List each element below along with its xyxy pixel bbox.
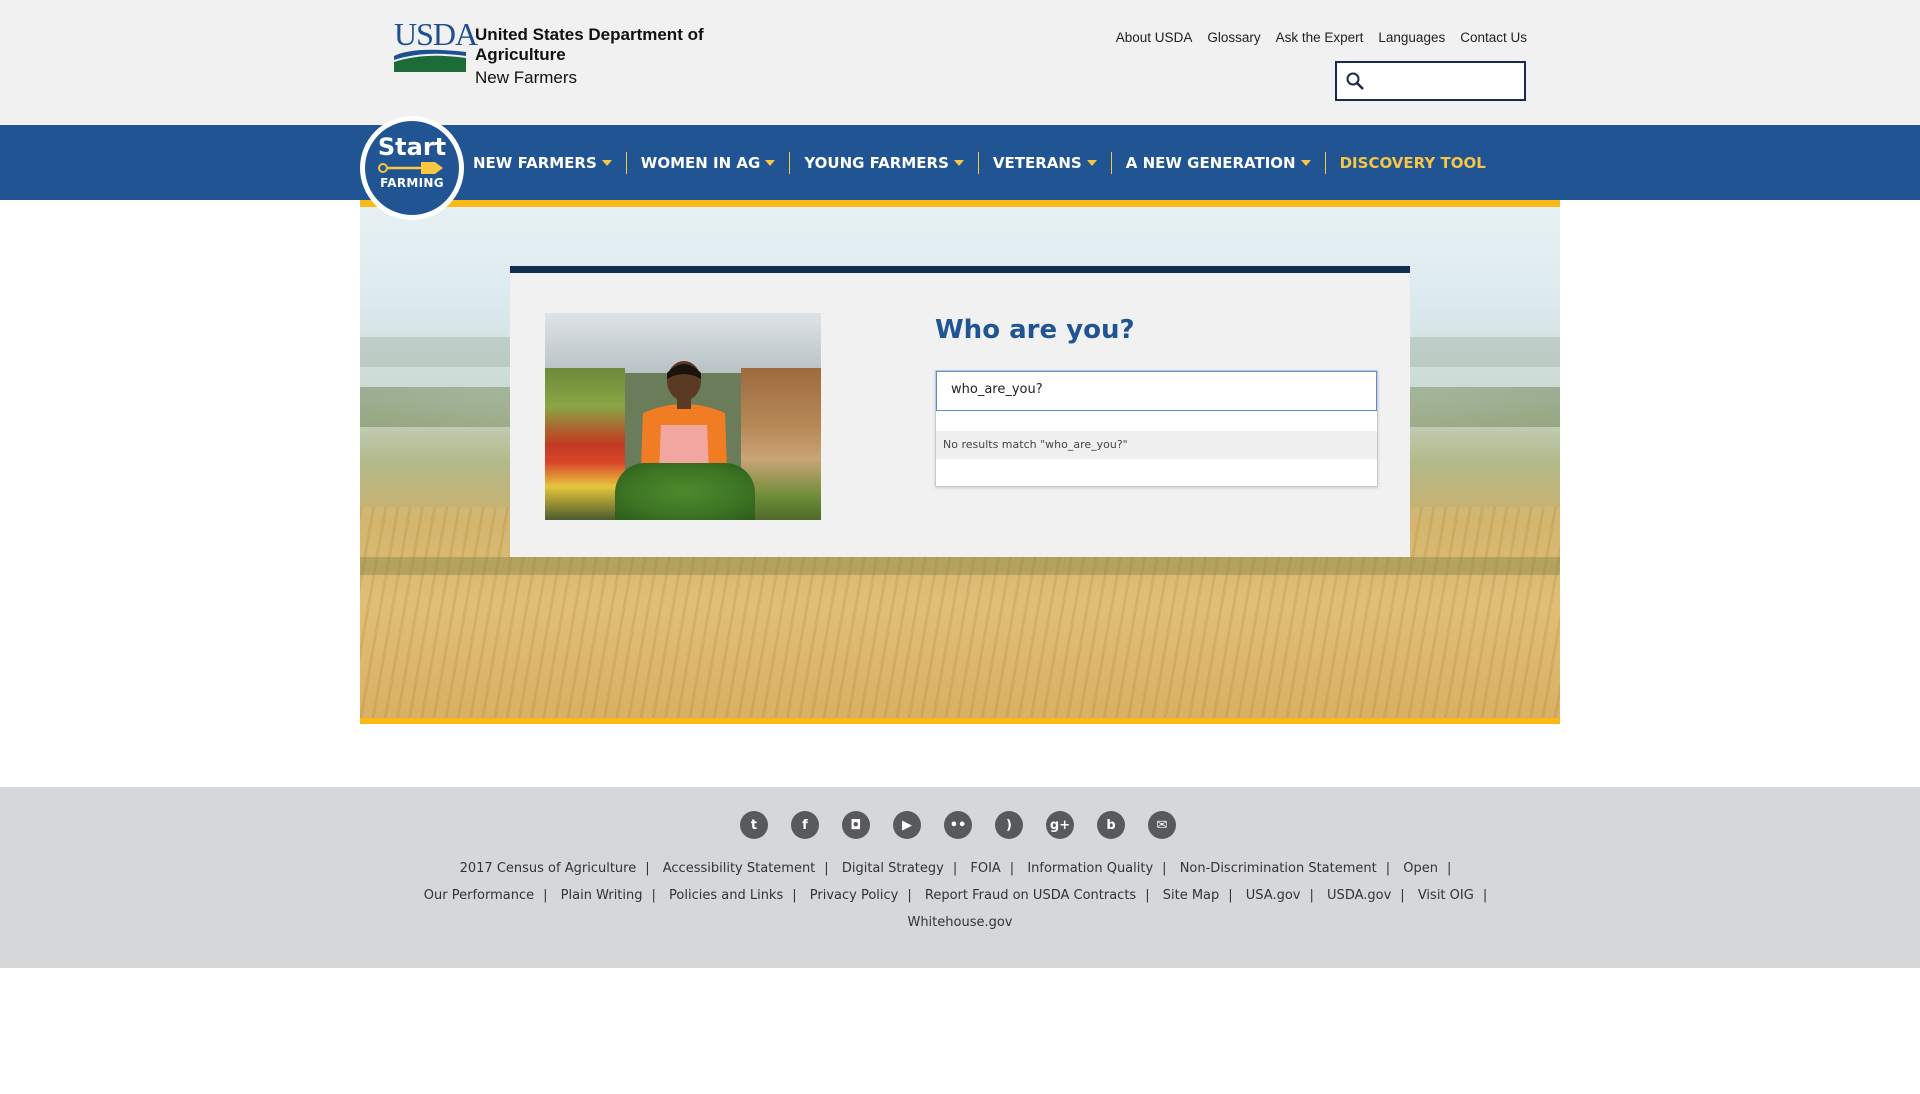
gold-accent-bar <box>360 200 1560 207</box>
email-icon[interactable]: ✉ <box>1148 811 1176 839</box>
gold-accent-bar-bottom <box>360 718 1560 724</box>
nav-veterans[interactable]: VETERANS <box>979 154 1111 172</box>
footer-divider: | <box>645 861 650 876</box>
facebook-icon[interactable]: f <box>791 811 819 839</box>
badge-start-text: Start <box>377 133 447 161</box>
usda-logo[interactable]: USDA United States Department of Agricul… <box>394 16 794 87</box>
farmer-market-photo <box>545 313 821 520</box>
nav-women-in-ag[interactable]: WOMEN IN AG <box>627 154 790 172</box>
header-search-box <box>1335 61 1526 101</box>
footer-link-policies[interactable]: Policies and Links <box>669 882 783 909</box>
footer-divider: | <box>1385 861 1391 876</box>
start-farming-badge[interactable]: Start FARMING <box>360 116 464 220</box>
footer-divider: | <box>1162 861 1167 876</box>
footer-divider: | <box>792 888 797 903</box>
chevron-down-icon <box>1086 159 1097 166</box>
flickr-icon[interactable]: •• <box>944 811 972 839</box>
footer-link-site-map[interactable]: Site Map <box>1163 882 1220 909</box>
util-link-glossary[interactable]: Glossary <box>1207 30 1260 45</box>
header-search-input[interactable] <box>1371 67 1519 95</box>
footer-divider: | <box>651 888 656 903</box>
footer-divider: | <box>1482 888 1488 903</box>
nav-new-generation[interactable]: A NEW GENERATION <box>1112 154 1325 172</box>
footer-divider: | <box>1309 888 1314 903</box>
footer-link-our-performance[interactable]: Our Performance <box>424 882 534 909</box>
footer-divider: | <box>1400 888 1405 903</box>
who-are-you-input[interactable] <box>951 382 1351 397</box>
who-are-you-panel: Who are you? No results match "who_are_y… <box>510 266 1410 557</box>
social-icons: t f ◘ ▶ •• ) g+ b ✉ <box>740 811 1176 839</box>
logo-title: United States Department of Agriculture <box>475 25 704 64</box>
footer-link-usda-gov[interactable]: USDA.gov <box>1327 882 1391 909</box>
nav-label: A NEW GENERATION <box>1125 153 1296 172</box>
main-nav: NEW FARMERS WOMEN IN AG YOUNG FARMERS VE… <box>473 125 1500 200</box>
footer-divider: | <box>952 861 958 876</box>
footer-links: 2017 Census of Agriculture | Accessibilit… <box>420 855 1500 936</box>
nav-label: NEW FARMERS <box>473 153 597 172</box>
youtube-icon[interactable]: ▶ <box>893 811 921 839</box>
site-footer: t f ◘ ▶ •• ) g+ b ✉ 2017 Census of Agric… <box>0 787 1920 968</box>
footer-divider: | <box>824 861 829 876</box>
nav-label: YOUNG FARMERS <box>804 153 949 172</box>
chevron-down-icon <box>953 159 964 166</box>
who-are-you-combobox[interactable]: No results match "who_are_you?" <box>935 370 1378 487</box>
page-title: Who are you? <box>935 315 1135 345</box>
nav-discovery-tool[interactable]: DISCOVERY TOOL <box>1326 154 1500 172</box>
google-plus-icon[interactable]: g+ <box>1046 811 1074 839</box>
utility-nav: About USDA Glossary Ask the Expert Langu… <box>1116 30 1527 45</box>
blog-icon[interactable]: b <box>1097 811 1125 839</box>
logo-subtitle: New Farmers <box>475 68 578 87</box>
footer-divider: | <box>543 888 548 903</box>
nav-label: DISCOVERY TOOL <box>1339 153 1486 172</box>
photo-green-beans <box>615 463 755 520</box>
search-icon[interactable] <box>1345 71 1365 91</box>
nav-label: VETERANS <box>992 153 1082 172</box>
start-farming-badge-inner: Start FARMING <box>365 121 459 215</box>
footer-link-usa-gov[interactable]: USA.gov <box>1246 882 1301 909</box>
footer-link-information-quality[interactable]: Information Quality <box>1027 855 1153 882</box>
footer-link-open[interactable]: Open <box>1403 855 1438 882</box>
rss-icon[interactable]: ) <box>995 811 1023 839</box>
footer-link-census[interactable]: 2017 Census of Agriculture <box>460 855 637 882</box>
usda-logo-mark: USDA <box>394 16 478 72</box>
instagram-icon[interactable]: ◘ <box>842 811 870 839</box>
nav-label: WOMEN IN AG <box>640 153 761 172</box>
footer-link-whitehouse[interactable]: Whitehouse.gov <box>907 909 1012 936</box>
footer-link-foia[interactable]: FOIA <box>970 855 1000 882</box>
util-link-ask-expert[interactable]: Ask the Expert <box>1276 30 1364 45</box>
footer-link-visit-oig[interactable]: Visit OIG <box>1418 882 1474 909</box>
footer-link-digital-strategy[interactable]: Digital Strategy <box>842 855 944 882</box>
footer-link-non-discrimination[interactable]: Non-Discrimination Statement <box>1180 855 1377 882</box>
util-link-languages[interactable]: Languages <box>1378 30 1445 45</box>
nav-young-farmers[interactable]: YOUNG FARMERS <box>790 154 978 172</box>
util-link-contact[interactable]: Contact Us <box>1460 30 1527 45</box>
footer-link-plain-writing[interactable]: Plain Writing <box>561 882 643 909</box>
no-results-message: No results match "who_are_you?" <box>936 431 1377 459</box>
footer-divider: | <box>1145 888 1150 903</box>
footer-link-report-fraud[interactable]: Report Fraud on USDA Contracts <box>925 882 1136 909</box>
nav-new-farmers[interactable]: NEW FARMERS <box>473 154 626 172</box>
chevron-down-icon <box>601 159 612 166</box>
twitter-icon[interactable]: t <box>740 811 768 839</box>
chevron-down-icon <box>765 159 776 166</box>
chevron-down-icon <box>1300 159 1311 166</box>
logo-text: United States Department of Agriculture … <box>475 20 794 88</box>
hero-layer <box>360 557 1560 575</box>
footer-divider: | <box>1009 861 1015 876</box>
footer-divider: | <box>1447 861 1452 876</box>
footer-link-accessibility[interactable]: Accessibility Statement <box>663 855 816 882</box>
footer-divider: | <box>1228 888 1233 903</box>
site-header: USDA United States Department of Agricul… <box>0 0 1920 125</box>
shovel-icon <box>378 162 443 174</box>
footer-divider: | <box>907 888 912 903</box>
footer-link-privacy[interactable]: Privacy Policy <box>810 882 899 909</box>
util-link-about[interactable]: About USDA <box>1116 30 1193 45</box>
usda-hills-icon <box>394 49 466 72</box>
photo-produce-left <box>545 368 625 520</box>
who-are-you-input-wrapper <box>936 371 1377 411</box>
badge-farming-text: FARMING <box>380 176 444 190</box>
